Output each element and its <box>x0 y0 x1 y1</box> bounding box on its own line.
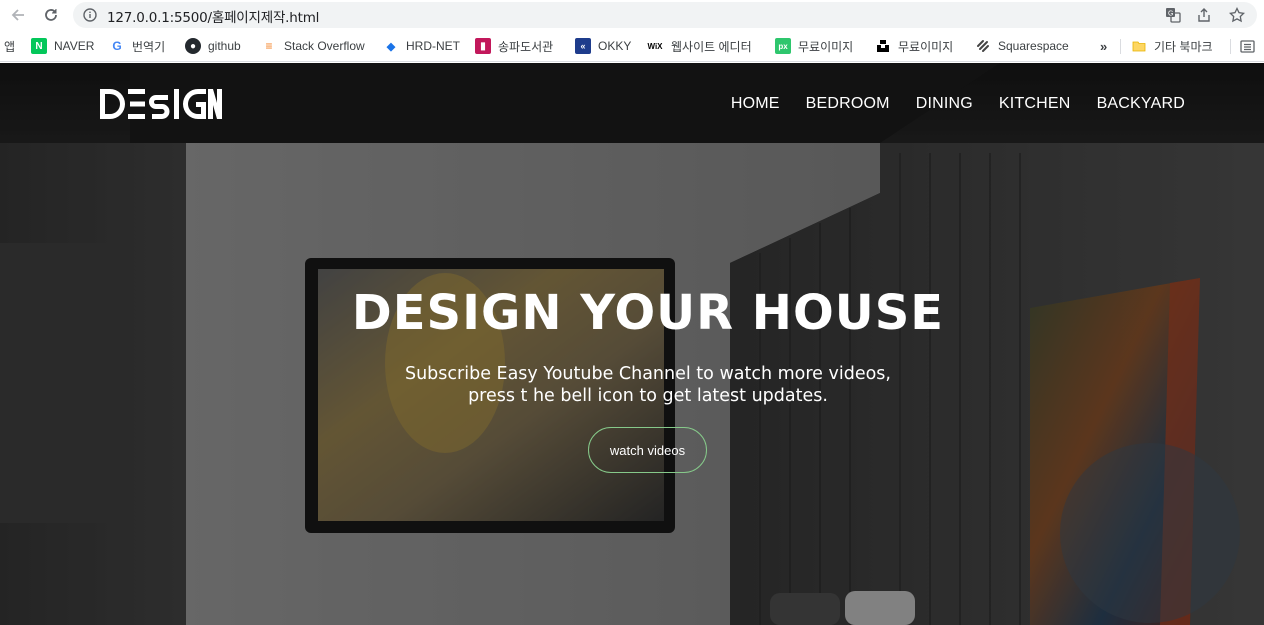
bookmark-label: 무료이미지 <box>898 39 954 54</box>
other-bookmarks-folder[interactable]: 기타 북마크 <box>1131 37 1213 55</box>
stackoverflow-icon: ≡ <box>265 39 273 53</box>
share-icon[interactable] <box>1194 5 1214 25</box>
naver-icon: N <box>31 38 47 54</box>
bookmark-apps[interactable]: 앱 <box>4 37 15 55</box>
design-logo[interactable] <box>100 87 224 121</box>
bookmark-label: NAVER <box>54 39 95 53</box>
bookmark-label: HRD-NET <box>406 39 460 53</box>
bookmark-label: 무료이미지 <box>798 39 854 54</box>
nav-bedroom[interactable]: BEDROOM <box>806 95 890 113</box>
wix-icon: WiX <box>647 41 663 51</box>
github-icon: ● <box>185 38 201 54</box>
bookmark-label: 기타 북마크 <box>1154 39 1213 54</box>
divider <box>1230 39 1231 54</box>
main-nav: HOME BEDROOM DINING KITCHEN BACKYARD <box>731 95 1185 113</box>
bookmark-hrdnet[interactable]: ◆ HRD-NET <box>383 37 460 55</box>
bookmark-translator[interactable]: G 번역기 <box>109 37 165 55</box>
bookmark-label: OKKY <box>598 39 632 53</box>
bookmark-label: 번역기 <box>132 39 166 54</box>
dark-overlay <box>0 63 1264 625</box>
unsplash-icon <box>875 38 891 54</box>
squarespace-icon <box>975 38 991 54</box>
bookmark-label: Squarespace <box>998 39 1069 53</box>
hrdnet-icon: ◆ <box>386 40 396 53</box>
hero-section: HOME BEDROOM DINING KITCHEN BACKYARD DES… <box>0 63 1264 625</box>
bookmark-label: 앱 <box>4 39 16 54</box>
google-icon: G <box>112 39 122 53</box>
bookmark-library[interactable]: ▮ 송파도서관 <box>475 37 553 55</box>
url-text[interactable]: 127.0.0.1:5500/홈페이지제작.html <box>107 6 319 26</box>
back-arrow-icon[interactable] <box>5 3 31 27</box>
subtitle-line-1: Subscribe Easy Youtube Channel to watch … <box>404 364 891 384</box>
hero-headline: DESIGN YOUR HOUSE <box>351 285 945 341</box>
reading-list-icon[interactable] <box>1240 37 1255 55</box>
address-bar[interactable]: 127.0.0.1:5500/홈페이지제작.html G <box>73 2 1257 28</box>
nav-dining[interactable]: DINING <box>916 95 973 113</box>
hero-subtitle: Subscribe Easy Youtube Channel to watch … <box>0 363 1264 407</box>
svg-text:G: G <box>1168 10 1173 17</box>
okky-icon: « <box>575 38 591 54</box>
bookmarks-bar: 앱 N NAVER G 번역기 ● github ≡ Stack Overflo… <box>0 31 1264 62</box>
bookmark-star-icon[interactable] <box>1227 5 1247 25</box>
bookmark-label: github <box>208 39 241 53</box>
bookmark-stackoverflow[interactable]: ≡ Stack Overflow <box>261 37 365 55</box>
site-info-icon[interactable] <box>82 7 98 23</box>
bookmark-label: 송파도서관 <box>498 39 554 54</box>
nav-backyard[interactable]: BACKYARD <box>1097 95 1185 113</box>
bookmark-unsplash[interactable]: 무료이미지 <box>875 37 953 55</box>
nav-home[interactable]: HOME <box>731 95 780 113</box>
library-icon: ▮ <box>475 38 491 54</box>
more-label: » <box>1100 38 1108 54</box>
subtitle-line-2: press t he bell icon to get latest updat… <box>468 386 828 406</box>
reload-icon[interactable] <box>38 3 64 27</box>
folder-icon <box>1131 38 1147 54</box>
browser-toolbar: 127.0.0.1:5500/홈페이지제작.html G <box>0 0 1264 31</box>
translate-icon[interactable]: G <box>1163 5 1183 25</box>
bookmark-squarespace[interactable]: Squarespace <box>975 37 1069 55</box>
pixabay-icon: px <box>775 38 791 54</box>
bookmark-pixabay[interactable]: px 무료이미지 <box>775 37 853 55</box>
bookmark-wix[interactable]: WiX 웹사이트 에디터 <box>646 37 752 55</box>
bookmark-github[interactable]: ● github <box>185 37 241 55</box>
divider <box>1120 39 1121 54</box>
nav-kitchen[interactable]: KITCHEN <box>999 95 1071 113</box>
more-bookmarks-button[interactable]: » <box>1100 37 1107 55</box>
bookmark-okky[interactable]: « OKKY <box>575 37 631 55</box>
bookmark-naver[interactable]: N NAVER <box>31 37 94 55</box>
bookmark-label: Stack Overflow <box>284 39 365 53</box>
bookmark-label: 웹사이트 에디터 <box>671 39 752 54</box>
watch-videos-button[interactable]: watch videos <box>588 427 707 473</box>
